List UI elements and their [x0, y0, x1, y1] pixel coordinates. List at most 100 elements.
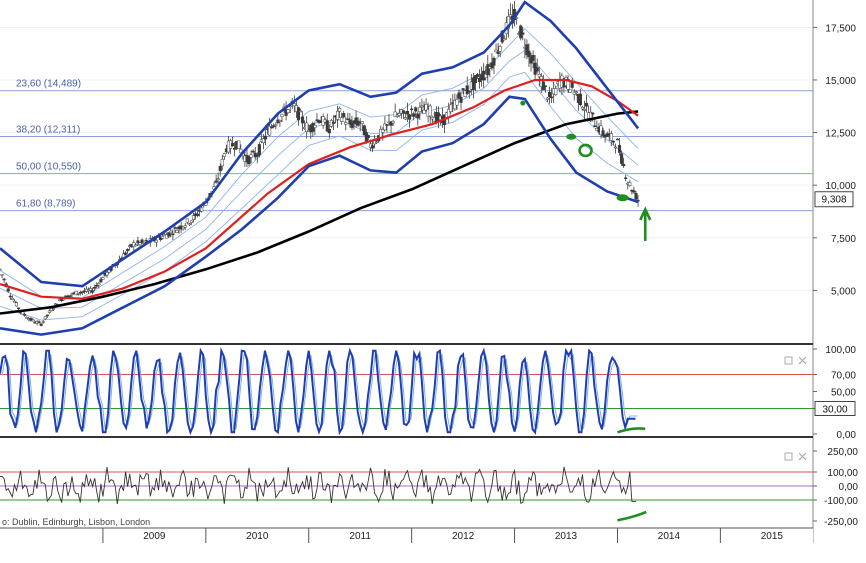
oscillator-panel: 0,0030,0050,0070,00100,0030,00: [0, 345, 856, 441]
price-candle-body: [335, 110, 340, 120]
price-candle-body: [257, 144, 261, 156]
price-candle-body: [502, 38, 506, 41]
price-candle-body: [39, 323, 43, 326]
price-candle-body: [628, 182, 632, 186]
price-candle-body: [467, 90, 471, 93]
source-text: o: Dublin, Edinburgh, Lisbon, London: [2, 517, 150, 527]
price-candle-body: [340, 117, 344, 122]
price-candle-body: [496, 51, 500, 54]
price-candle-body: [237, 140, 241, 150]
price-candle-body: [531, 55, 535, 61]
annotation-divergence-stroke: [617, 427, 646, 434]
price-candle-body: [169, 230, 173, 234]
fib-level-label: 23,60 (14,489): [16, 79, 81, 90]
price-candle-body: [622, 163, 626, 166]
price-candle-body: [138, 242, 142, 246]
price-candle-body: [401, 110, 405, 114]
oscillator-y-tick-label: 70,00: [831, 371, 856, 382]
price-candle-body: [591, 112, 595, 115]
annotation-dot: [520, 100, 526, 106]
cci-y-tick-label: -250,00: [824, 517, 858, 528]
price-candle-body: [338, 107, 342, 112]
price-candle-body: [196, 213, 200, 217]
price-candle-body: [51, 308, 56, 310]
price-candle-body: [144, 239, 148, 242]
price-candle-body: [449, 104, 453, 112]
year-label: 2009: [143, 531, 166, 542]
price-candle-body: [175, 230, 179, 233]
price-candle-body: [136, 240, 140, 243]
close-icon[interactable]: [798, 452, 807, 461]
price-candle-body: [200, 207, 204, 212]
price-candle-body: [611, 140, 615, 143]
price-candle-body: [220, 159, 224, 167]
last-value-label: 9,308: [821, 195, 846, 206]
year-label: 2013: [555, 531, 578, 542]
price-candle-body: [609, 133, 613, 141]
year-label: 2014: [658, 531, 681, 542]
price-candle-body: [615, 138, 620, 141]
price-candle-body: [613, 146, 617, 149]
price-candle-body: [45, 314, 49, 317]
maximize-icon[interactable]: [784, 452, 793, 461]
price-candle-body: [342, 113, 346, 118]
oscillator-last-value-label: 30,00: [822, 405, 847, 416]
price-candle-body: [270, 126, 274, 129]
price-candle-body: [543, 85, 547, 87]
close-icon[interactable]: [798, 356, 807, 365]
price-candle-body: [99, 279, 103, 283]
year-label: 2010: [246, 531, 269, 542]
price-candle-body: [218, 166, 222, 172]
price-candle-body: [249, 154, 253, 158]
price-candle-body: [492, 57, 496, 66]
annotation-divergence-stroke: [617, 510, 647, 522]
price-candle-body: [459, 96, 463, 103]
price-candle-body: [280, 114, 284, 117]
price-candle-body: [385, 124, 389, 126]
price-candle-body: [301, 116, 305, 124]
price-candle-body: [298, 110, 303, 113]
price-candle-body: [89, 288, 93, 291]
price-candle-body: [173, 227, 177, 229]
price-candle-body: [286, 109, 290, 113]
maximize-icon[interactable]: [784, 356, 793, 365]
price-candle-body: [91, 290, 95, 293]
moving-average-red-line: [0, 78, 639, 300]
price-candle-body: [214, 180, 218, 183]
price-candle-body: [6, 288, 10, 292]
price-candle-body: [574, 91, 578, 94]
price-candle-body: [95, 285, 99, 287]
price-y-tick-label: 12,500: [825, 129, 856, 140]
price-candle-body: [37, 321, 41, 324]
price-candle-body: [422, 109, 426, 114]
price-candle-body: [222, 153, 226, 157]
year-label: 2011: [349, 531, 371, 542]
price-candle-body: [187, 223, 191, 226]
price-candle-body: [593, 125, 597, 127]
price-candle-body: [498, 46, 502, 52]
price-candle-body: [486, 64, 490, 76]
price-candle-body: [68, 295, 72, 297]
price-candle-body: [527, 50, 531, 58]
year-label: 2015: [761, 531, 784, 542]
cci-y-tick-label: 250,00: [827, 447, 858, 458]
price-candle-body: [455, 99, 459, 106]
bollinger-upper-band: [0, 0, 640, 288]
price-candle-body: [274, 124, 278, 127]
price-candle-body: [578, 93, 582, 105]
price-candle-body: [31, 319, 35, 322]
price-y-tick-label: 7,500: [831, 234, 856, 245]
oscillator-y-tick-label: 50,00: [831, 388, 856, 399]
price-candle-body: [410, 108, 414, 111]
chart-canvas: 23,60 (14,489) 38,20 (12,311) 50,00 (10,55…: [0, 0, 866, 558]
envelope-inner-lower: [0, 71, 639, 321]
price-candle-body: [617, 145, 622, 153]
price-candle-body: [408, 114, 412, 120]
panel-divider: [0, 436, 813, 438]
price-candle-body: [521, 32, 525, 35]
price-candle-body: [375, 141, 379, 144]
price-candle-body: [405, 110, 410, 115]
annotation-blob: [566, 133, 577, 140]
price-candle-body: [296, 107, 300, 121]
price-candle-body: [535, 67, 539, 72]
